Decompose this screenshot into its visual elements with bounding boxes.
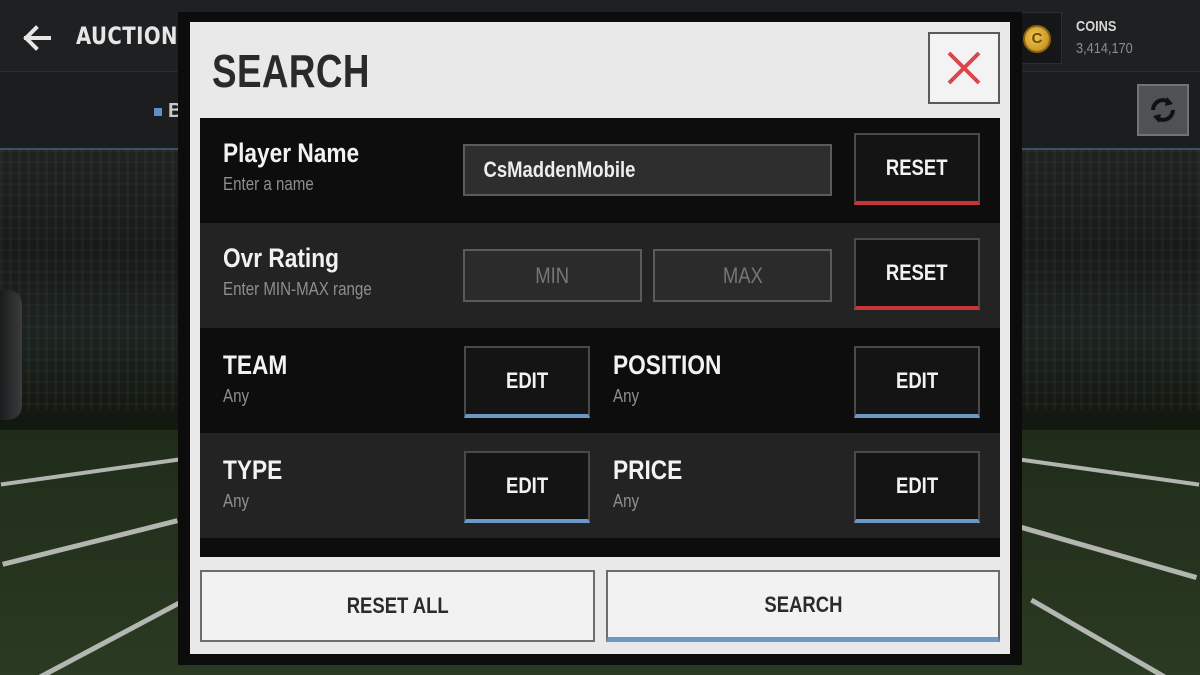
close-button[interactable] (928, 32, 1000, 104)
position-label: POSITION (613, 350, 722, 380)
edit-label: EDIT (895, 368, 939, 393)
type-edit-button[interactable]: EDIT (464, 451, 590, 523)
reset-all-button[interactable]: RESET ALL (200, 570, 595, 642)
player-name-hint: Enter a name (223, 174, 314, 194)
search-label: SEARCH (763, 591, 843, 617)
tab-marker (154, 108, 162, 116)
team-value: Any (223, 386, 250, 406)
coins-value: 3,414,170 (1076, 40, 1133, 57)
reset-label: RESET (886, 260, 948, 285)
coin-icon: C (1023, 25, 1051, 53)
position-value: Any (613, 386, 640, 406)
player-name-reset-button[interactable]: RESET (854, 133, 980, 205)
coins-label: COINS (1076, 18, 1117, 35)
team-edit-button[interactable]: EDIT (464, 346, 590, 418)
page-title: AUCTIONS (76, 22, 193, 50)
search-button[interactable]: SEARCH (606, 570, 1000, 642)
type-value: Any (223, 491, 250, 511)
type-price-row: TYPE Any EDIT PRICE Any EDIT (200, 433, 1000, 538)
search-dialog: SEARCH Player Name Enter a name CsMadden… (190, 22, 1010, 654)
ovr-rating-label: Ovr Rating (223, 243, 339, 273)
min-placeholder: MIN (535, 262, 570, 288)
panel-scroll-tail (200, 538, 1000, 557)
reset-all-label: RESET ALL (346, 593, 449, 618)
refresh-icon (1151, 97, 1175, 123)
player-name-value: CsMaddenMobile (483, 157, 636, 182)
edit-label: EDIT (895, 473, 939, 498)
ovr-rating-reset-button[interactable]: RESET (854, 238, 980, 310)
reset-label: RESET (886, 155, 948, 180)
max-rating-input[interactable]: MAX (653, 249, 832, 302)
position-edit-button[interactable]: EDIT (854, 346, 980, 418)
price-edit-button[interactable]: EDIT (854, 451, 980, 523)
player-name-label: Player Name (223, 138, 360, 168)
edit-label: EDIT (505, 368, 549, 393)
max-placeholder: MAX (722, 262, 763, 288)
filter-panel: Player Name Enter a name CsMaddenMobile … (200, 118, 1000, 557)
price-label: PRICE (613, 455, 683, 485)
min-rating-input[interactable]: MIN (463, 249, 642, 302)
player-name-row: Player Name Enter a name CsMaddenMobile … (200, 118, 1000, 223)
team-label: TEAM (223, 350, 288, 380)
back-arrow-icon[interactable] (22, 24, 52, 52)
player-name-input[interactable]: CsMaddenMobile (463, 144, 832, 196)
price-value: Any (613, 491, 640, 511)
side-drawer-handle[interactable] (0, 290, 22, 420)
ovr-rating-hint: Enter MIN-MAX range (223, 279, 372, 299)
close-icon (947, 51, 981, 85)
edit-label: EDIT (505, 473, 549, 498)
refresh-button[interactable] (1137, 84, 1189, 136)
dialog-title: SEARCH (212, 45, 370, 97)
team-position-row: TEAM Any EDIT POSITION Any EDIT (200, 328, 1000, 433)
coin-badge: C (1016, 12, 1062, 64)
ovr-rating-row: Ovr Rating Enter MIN-MAX range MIN MAX R… (200, 223, 1000, 328)
type-label: TYPE (223, 455, 283, 485)
